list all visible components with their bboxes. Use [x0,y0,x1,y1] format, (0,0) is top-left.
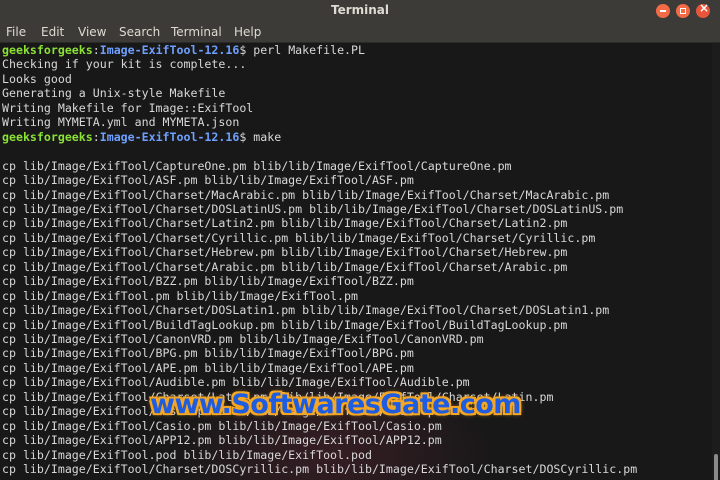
menu-terminal[interactable]: Terminal [171,25,222,39]
watermark-text: www.SoftwaresGate.com [150,389,521,420]
window-title: Terminal [330,3,390,17]
prompt-colon: : [92,129,100,144]
output-line: Writing Makefile for Image::ExifTool [2,100,254,115]
maximize-icon[interactable] [676,4,690,18]
output-line: Looks good [2,71,72,86]
output-line: cp lib/Image/ExifTool/Charset/DOSLatin1.… [2,303,610,318]
output-line: cp lib/Image/ExifTool/Charset/Arabic.pm … [2,259,568,274]
menu-file[interactable]: File [6,25,26,39]
prompt-colon: : [92,43,100,57]
output-line: cp lib/Image/ExifTool/Charset/DOSLatinUS… [2,201,624,216]
output-line: cp lib/Image/ExifTool/APP12.pm blib/lib/… [2,433,442,448]
title-bar[interactable]: Terminal [0,0,720,22]
menu-bar: File Edit View Search Terminal Help [0,22,720,43]
scrollbar-thumb[interactable] [714,454,718,480]
output-line: Generating a Unix-style Makefile [2,86,226,101]
command-text: $ perl Makefile.PL [239,43,365,57]
output-line: Checking if your kit is complete... [2,57,247,72]
output-line: cp lib/Image/ExifTool/Charset/MacArabic.… [2,187,610,202]
output-line: cp lib/Image/ExifTool/CaptureOne.pm blib… [2,158,512,173]
prompt-line: geeksforgeeks:Image-ExifTool-12.16$ perl… [2,43,365,57]
minimize-icon[interactable] [656,4,670,18]
window-controls [656,1,710,18]
output-line: cp lib/Image/ExifTool/Charset/Cyrillic.p… [2,230,596,245]
output-line: cp lib/Image/ExifTool/BZZ.pm blib/lib/Im… [2,274,414,289]
terminal-window: Terminal File Edit View Search Terminal … [0,0,720,480]
output-line: cp lib/Image/ExifTool/Charset/Latin2.pm … [2,216,568,231]
command-text: $ make [239,129,282,144]
output-line: cp lib/Image/ExifTool.pm blib/lib/Image/… [2,288,358,303]
prompt-user: geeksforgeeks [2,43,93,57]
output-line: cp lib/Image/ExifTool/ASF.pm blib/lib/Im… [2,173,414,188]
prompt-path: Image-ExifTool-12.16 [99,129,240,144]
output-line: cp lib/Image/ExifTool/Charset/DOSCyrilli… [2,462,638,477]
output-line: cp lib/Image/ExifTool/Charset/Hebrew.pm … [2,245,568,260]
menu-search[interactable]: Search [119,25,160,39]
prompt-user: geeksforgeeks [2,129,93,144]
output-line: Writing MYMETA.yml and MYMETA.json [2,115,240,130]
output-line: cp lib/Image/ExifTool/Casio.pm blib/lib/… [2,418,442,433]
prompt-line: geeksforgeeks:Image-ExifTool-12.16$ make [2,130,281,144]
output-line: cp lib/Image/ExifTool/APE.pm blib/lib/Im… [2,360,414,375]
output-line: cp lib/Image/ExifTool/BPG.pm blib/lib/Im… [2,346,414,361]
menu-edit[interactable]: Edit [41,25,64,39]
scrollbar[interactable] [712,43,720,480]
output-line: cp lib/Image/ExifTool.pod blib/lib/Image… [2,447,372,462]
output-line: cp lib/Image/ExifTool/CanonVRD.pm blib/l… [2,332,484,346]
output-line: cp lib/Image/ExifTool/Audible.pm blib/li… [2,375,470,390]
menu-view[interactable]: View [78,25,106,39]
prompt-path: Image-ExifTool-12.16 [99,43,240,57]
close-icon[interactable] [696,1,710,18]
output-line: cp lib/Image/ExifTool/BuildTagLookup.pm … [2,317,568,332]
menu-help[interactable]: Help [234,25,261,39]
